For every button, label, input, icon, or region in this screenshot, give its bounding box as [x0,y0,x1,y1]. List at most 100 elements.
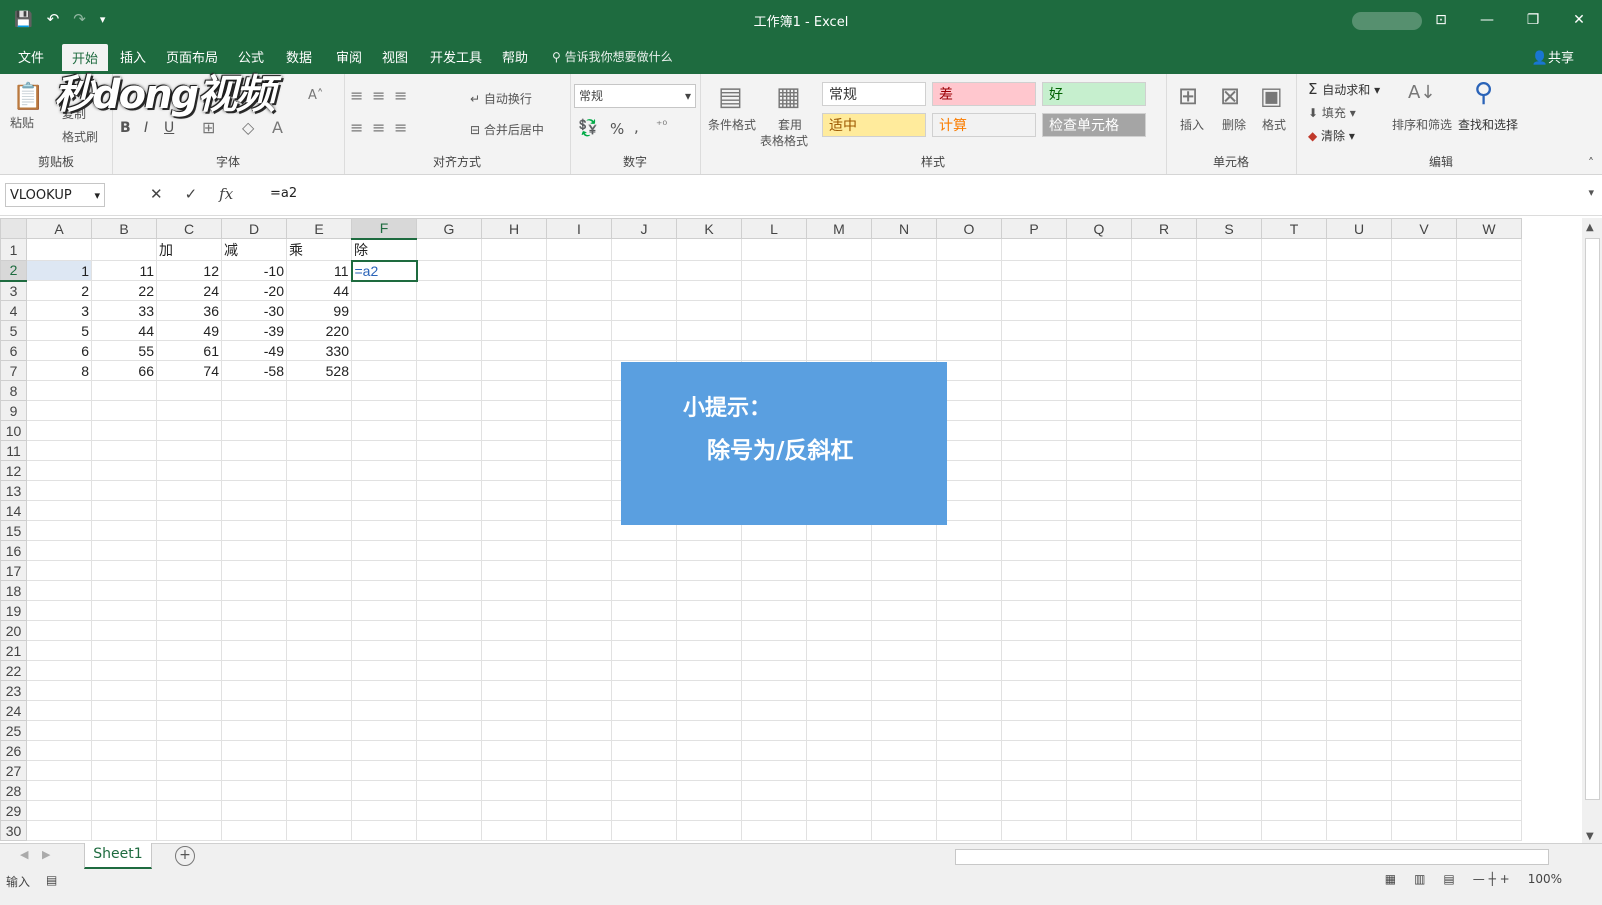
cell-e1[interactable]: 乘 [286,238,352,261]
cell-o18[interactable] [936,580,1002,601]
cell-d3[interactable]: -20 [221,280,287,301]
cell-c29[interactable] [156,800,222,821]
cell-v10[interactable] [1391,420,1457,441]
cell-v6[interactable] [1391,340,1457,361]
cell-c27[interactable] [156,760,222,781]
cell-o26[interactable] [936,740,1002,761]
cell-r14[interactable] [1131,500,1197,521]
row-header[interactable]: 9 [0,400,27,421]
cell-t28[interactable] [1261,780,1327,801]
cell-c26[interactable] [156,740,222,761]
cell-s5[interactable] [1196,320,1262,341]
cell-i29[interactable] [546,800,612,821]
row-header[interactable]: 24 [0,700,27,721]
cell-i16[interactable] [546,540,612,561]
column-header-f[interactable]: F [351,218,417,240]
cell-j16[interactable] [611,540,677,561]
row-header[interactable]: 19 [0,600,27,621]
cell-v15[interactable] [1391,520,1457,541]
cell-w30[interactable] [1456,820,1522,841]
cell-i8[interactable] [546,380,612,401]
cell-a28[interactable] [26,780,92,801]
vertical-scrollbar[interactable]: ▲ ▼ [1582,218,1602,848]
cell-d8[interactable] [221,380,287,401]
cell-f11[interactable] [351,440,417,461]
cell-f1[interactable]: 除 [351,238,417,261]
format-painter-button[interactable]: 格式刷 [62,128,98,145]
cell-p26[interactable] [1001,740,1067,761]
cell-u14[interactable] [1326,500,1392,521]
cell-a22[interactable] [26,660,92,681]
cell-u13[interactable] [1326,480,1392,501]
cell-q19[interactable] [1066,600,1132,621]
cell-w15[interactable] [1456,520,1522,541]
cell-h20[interactable] [481,620,547,641]
cell-w25[interactable] [1456,720,1522,741]
cell-u10[interactable] [1326,420,1392,441]
cell-d9[interactable] [221,400,287,421]
cell-g21[interactable] [416,640,482,661]
row-header[interactable]: 7 [0,360,27,381]
cell-q21[interactable] [1066,640,1132,661]
cell-i21[interactable] [546,640,612,661]
cell-l21[interactable] [741,640,807,661]
cell-p12[interactable] [1001,460,1067,481]
cell-f2[interactable]: =a2 [350,259,418,282]
worksheet-grid[interactable]: A B C D E F G H I J K L M N O P Q R S T U V W 1 加减乘除 2 1 11 12 -10 11 =… [0,218,1582,858]
cell-a20[interactable] [26,620,92,641]
cell-p24[interactable] [1001,700,1067,721]
cell-n25[interactable] [871,720,937,741]
sort-filter-button[interactable]: 排序和筛选 [1392,116,1452,133]
cell-i11[interactable] [546,440,612,461]
cell-v27[interactable] [1391,760,1457,781]
cell-b4[interactable]: 33 [91,300,157,321]
column-header-r[interactable]: R [1131,218,1197,239]
cell-r20[interactable] [1131,620,1197,641]
column-header-j[interactable]: J [611,218,677,239]
close-icon[interactable]: ✕ [1556,0,1602,40]
cell-c12[interactable] [156,460,222,481]
cell-a4[interactable]: 3 [26,300,92,321]
cell-v16[interactable] [1391,540,1457,561]
cell-a11[interactable] [26,440,92,461]
cell-a18[interactable] [26,580,92,601]
cell-i7[interactable] [546,360,612,381]
cell-r22[interactable] [1131,660,1197,681]
cell-t3[interactable] [1261,280,1327,301]
cell-t29[interactable] [1261,800,1327,821]
cell-v1[interactable] [1391,238,1457,261]
cell-j22[interactable] [611,660,677,681]
cell-i15[interactable] [546,520,612,541]
cell-c21[interactable] [156,640,222,661]
cell-m1[interactable] [806,238,872,261]
cell-q20[interactable] [1066,620,1132,641]
cell-t2[interactable] [1261,260,1327,281]
align-bottom-icon[interactable]: ≡ [394,86,407,105]
cell-a6[interactable]: 6 [26,340,92,361]
cell-p2[interactable] [1001,260,1067,281]
cell-s27[interactable] [1196,760,1262,781]
cell-b21[interactable] [91,640,157,661]
cell-q30[interactable] [1066,820,1132,841]
cell-v21[interactable] [1391,640,1457,661]
cell-u8[interactable] [1326,380,1392,401]
row-header[interactable]: 25 [0,720,27,741]
cell-d4[interactable]: -30 [221,300,287,321]
cell-c8[interactable] [156,380,222,401]
cell-n20[interactable] [871,620,937,641]
cell-f8[interactable] [351,380,417,401]
cell-u3[interactable] [1326,280,1392,301]
cell-a21[interactable] [26,640,92,661]
row-header[interactable]: 27 [0,760,27,781]
cell-e14[interactable] [286,500,352,521]
cell-l27[interactable] [741,760,807,781]
share-button[interactable]: 👤共享 [1532,47,1574,66]
cell-h29[interactable] [481,800,547,821]
column-header-w[interactable]: W [1456,218,1522,239]
cell-u23[interactable] [1326,680,1392,701]
cell-o19[interactable] [936,600,1002,621]
cell-v3[interactable] [1391,280,1457,301]
cell-p29[interactable] [1001,800,1067,821]
cell-s14[interactable] [1196,500,1262,521]
cell-h18[interactable] [481,580,547,601]
